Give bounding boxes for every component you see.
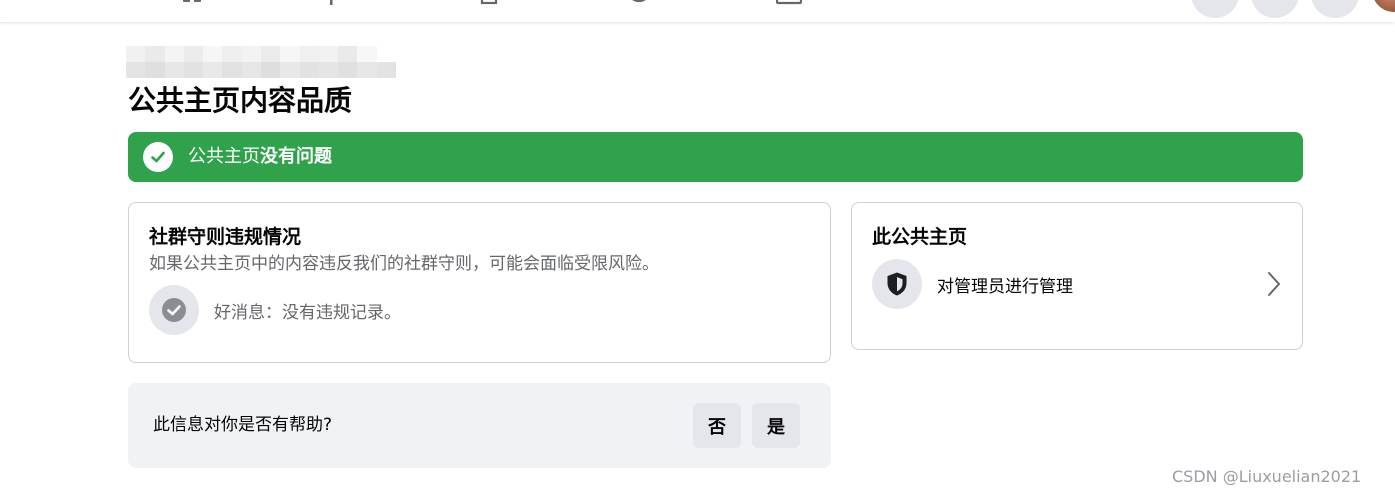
video-icon[interactable] xyxy=(320,0,346,6)
shield-icon xyxy=(872,259,922,309)
top-navigation-bar xyxy=(0,0,1395,22)
good-news-text: 好消息：没有违规记录。 xyxy=(214,302,401,323)
check-circle-icon xyxy=(149,285,199,335)
home-icon[interactable] xyxy=(180,0,206,6)
menu-button[interactable] xyxy=(1191,0,1239,18)
feedback-no-button[interactable]: 否 xyxy=(693,403,741,448)
check-circle-icon xyxy=(143,142,173,172)
notifications-button[interactable] xyxy=(1311,0,1359,18)
this-page-card: 此公共主页 对管理员进行管理 xyxy=(851,202,1303,350)
status-prefix: 公共主页 xyxy=(188,146,260,167)
manage-admins-label: 对管理员进行管理 xyxy=(937,276,1073,297)
this-page-card-title: 此公共主页 xyxy=(872,226,968,248)
watermark: CSDN @Liuxuelian2021 xyxy=(1172,467,1362,486)
manage-admins-row[interactable]: 对管理员进行管理 xyxy=(872,259,1284,309)
page-title: 公共主页内容品质 xyxy=(128,84,353,117)
feedback-question: 此信息对你是否有帮助? xyxy=(153,415,333,435)
violations-card-description: 如果公共主页中的内容违反我们的社群守则，可能会面临受限风险。 xyxy=(149,254,659,274)
gaming-icon[interactable] xyxy=(776,0,802,6)
messenger-button[interactable] xyxy=(1251,0,1299,18)
feedback-box: 此信息对你是否有帮助? 否 是 xyxy=(128,383,831,468)
good-news-row: 好消息：没有违规记录。 xyxy=(149,285,401,335)
marketplace-icon[interactable] xyxy=(478,0,504,6)
chevron-right-icon xyxy=(1264,270,1284,298)
status-emphasis: 没有问题 xyxy=(260,146,332,167)
blurred-page-name xyxy=(126,46,396,78)
status-banner: 公共主页没有问题 xyxy=(128,132,1303,182)
avatar[interactable] xyxy=(1372,0,1395,12)
feedback-yes-button[interactable]: 是 xyxy=(752,403,800,448)
violations-card: 社群守则违规情况 如果公共主页中的内容违反我们的社群守则，可能会面临受限风险。 … xyxy=(128,202,831,363)
groups-icon[interactable] xyxy=(626,0,652,6)
violations-card-title: 社群守则违规情况 xyxy=(149,226,302,248)
status-text: 公共主页没有问题 xyxy=(188,145,332,169)
